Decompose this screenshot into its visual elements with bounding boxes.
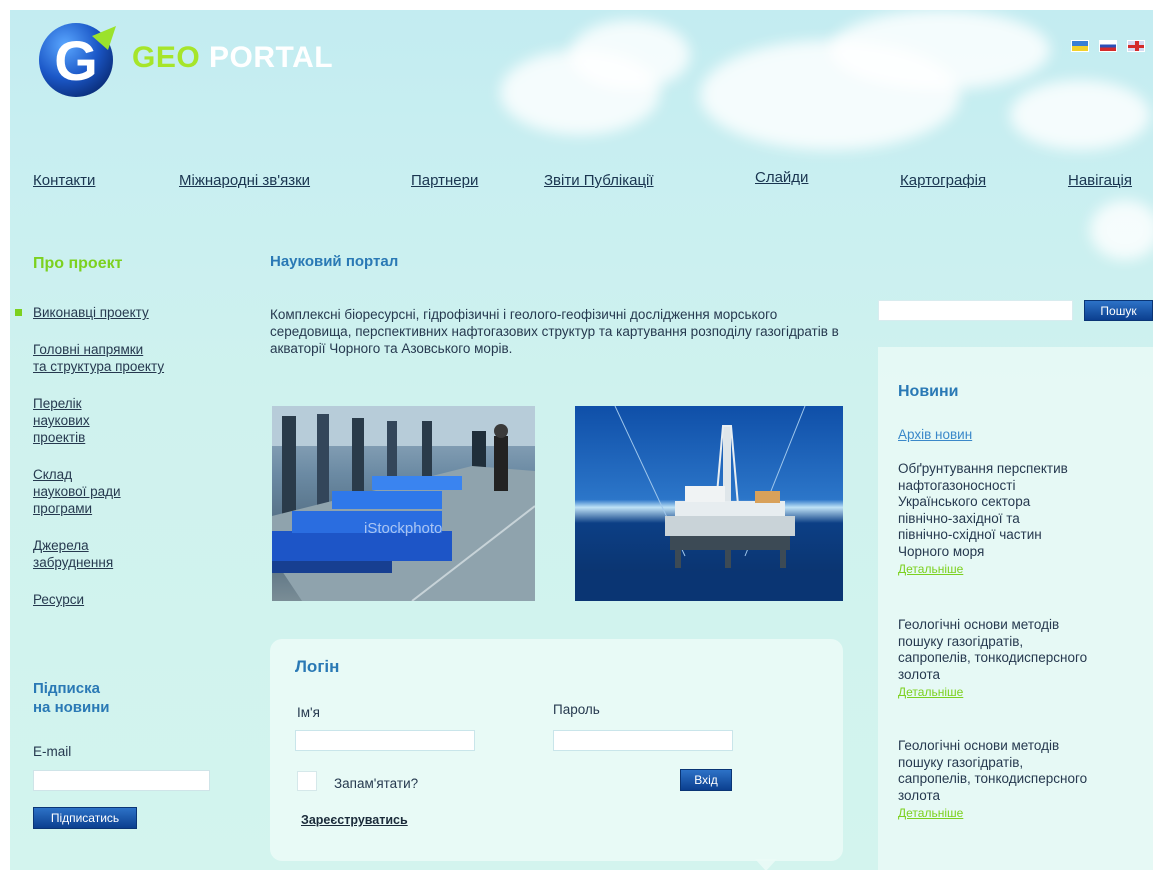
cloud-decoration (1010, 80, 1150, 150)
page-title: Науковий портал (270, 253, 399, 270)
oil-rig-illustration (575, 406, 843, 601)
logo-letter: G (54, 29, 98, 92)
flag-uk-icon[interactable] (1127, 40, 1145, 52)
news-item-text: Обґрунтування перспектив нафтогазоноснос… (898, 461, 1068, 559)
news-more-link[interactable]: Детальніше (898, 685, 963, 699)
username-field[interactable] (295, 730, 475, 751)
news-item: Обґрунтування перспектив нафтогазоноснос… (898, 461, 1143, 578)
login-heading: Логін (295, 657, 340, 676)
remember-checkbox[interactable] (297, 771, 317, 791)
register-link[interactable]: Зареєструватись (301, 813, 408, 827)
news-item-text: Геологічні основи методів пошуку газогід… (898, 617, 1088, 682)
login-pointer (755, 859, 777, 870)
active-bullet-icon (15, 309, 22, 316)
news-archive-link[interactable]: Архів новин (898, 427, 972, 442)
email-label: E-mail (33, 744, 72, 759)
news-item: Геологічні основи методів пошуку газогід… (898, 617, 1143, 701)
language-switcher (1071, 40, 1145, 52)
sidebar-item-projects-list[interactable]: Перелік наукових проектів (33, 395, 233, 446)
flag-russia-icon[interactable] (1099, 40, 1117, 52)
logo-text: GEO PORTAL (132, 41, 333, 75)
logo-text-rest: PORTAL (209, 41, 334, 74)
intro-text: Комплексні біоресурсні, гідрофізичні і г… (270, 307, 839, 356)
nav-item-reports[interactable]: Звіти Публікації (544, 172, 654, 189)
password-label: Пароль (553, 702, 600, 717)
subscribe-heading: Підписка на новини (33, 680, 110, 716)
nav-item-partners[interactable]: Партнери (411, 172, 478, 189)
news-more-link[interactable]: Детальніше (898, 562, 963, 576)
sidebar-item-resources[interactable]: Ресурси (33, 591, 233, 608)
search-input[interactable] (878, 300, 1073, 321)
remember-label: Запам'ятати? (334, 776, 419, 791)
nav-item-international[interactable]: Міжнародні зв'язки (179, 172, 310, 189)
sidebar-item-pollution[interactable]: Джерела забруднення (33, 537, 233, 571)
news-more-link[interactable]: Детальніше (898, 806, 963, 820)
sidebar-heading: Про проект (33, 255, 123, 272)
nav-item-slides[interactable]: Слайди (755, 169, 808, 186)
nav-item-contacts[interactable]: Контакти (33, 172, 95, 189)
news-heading: Новини (898, 383, 959, 400)
oil-rig-photo (575, 406, 843, 601)
main-nav: Контакти Міжнародні зв'язки Партнери Зві… (10, 168, 1153, 198)
logo-text-accent: GEO (132, 41, 201, 74)
login-panel: Логін Ім'я Пароль Запам'ятати? Вхід Заре… (270, 639, 843, 861)
sidebar-item-performers[interactable]: Виконавці проекту (33, 304, 233, 321)
flag-ukraine-icon[interactable] (1071, 40, 1089, 52)
photo-watermark: iStockphoto (364, 520, 443, 537)
cloud-decoration (570, 20, 690, 90)
ship-deck-illustration (272, 406, 535, 601)
email-field[interactable] (33, 770, 210, 791)
sidebar-menu: Виконавці проекту Головні напрямки та ст… (33, 304, 233, 628)
page: G GEO PORTAL Контакти Міжнародні зв'язки… (10, 10, 1153, 870)
news-item-text: Геологічні основи методів пошуку газогід… (898, 738, 1088, 803)
search-button[interactable]: Пошук (1084, 300, 1153, 321)
sidebar-item-council[interactable]: Склад наукової ради програми (33, 466, 233, 517)
cloud-decoration (1090, 200, 1153, 260)
nav-item-cartography[interactable]: Картографія (900, 172, 986, 189)
password-field[interactable] (553, 730, 733, 751)
login-button[interactable]: Вхід (680, 769, 732, 791)
nav-item-navigation[interactable]: Навігація (1068, 172, 1132, 189)
username-label: Ім'я (297, 705, 320, 720)
geo-logo-icon: G (39, 23, 116, 97)
news-panel: Новини Архів новин Обґрунтування перспек… (878, 347, 1153, 870)
news-item: Геологічні основи методів пошуку газогід… (898, 738, 1143, 822)
sidebar-item-directions[interactable]: Головні напрямки та структура проекту (33, 341, 233, 375)
site-logo[interactable]: G GEO PORTAL (36, 16, 333, 100)
cloud-decoration (830, 10, 1050, 90)
subscribe-button[interactable]: Підписатись (33, 807, 137, 829)
ship-equipment-photo: iStockphoto (272, 406, 535, 601)
